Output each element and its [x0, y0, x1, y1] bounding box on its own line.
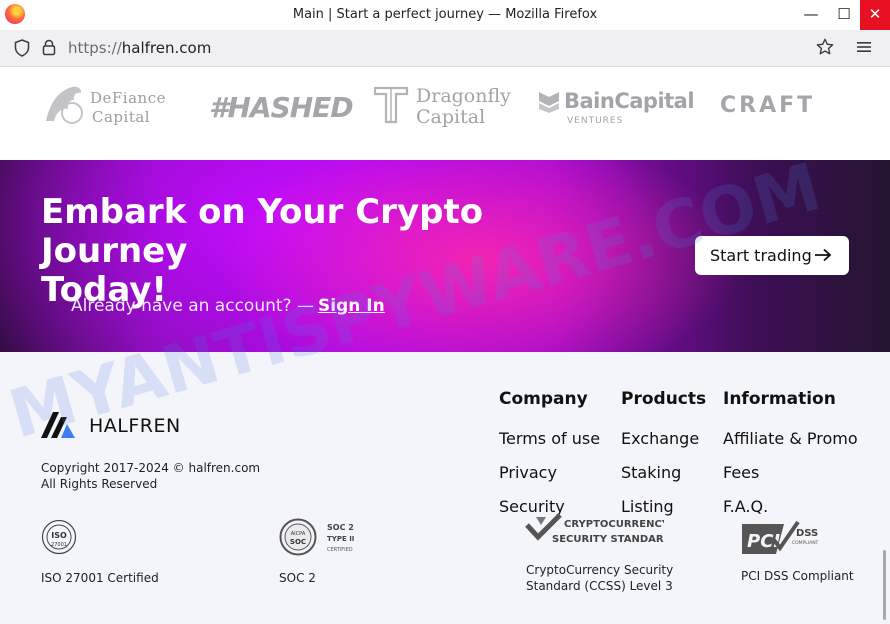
svg-text:27001: 27001 [51, 542, 67, 548]
minimize-button[interactable]: — [796, 0, 826, 30]
pci-dss-cert-label: PCI DSS Compliant [741, 569, 854, 583]
svg-text:COMPLIANT: COMPLIANT [792, 540, 819, 546]
page-viewport: DeFiance Capital #HASHED Dragonfly Capital… [0, 67, 890, 624]
footer-link-staking[interactable]: Staking [621, 463, 681, 482]
ccss-cert-label: CryptoCurrency Security Standard (CCSS) … [526, 563, 674, 593]
start-trading-button[interactable]: Start trading [695, 236, 849, 275]
soc2-badge-icon: AICPA SOC SOC 2 TYPE II CERTIFIED [279, 518, 354, 556]
svg-text:DSS: DSS [796, 528, 818, 539]
partner-hashed: #HASHED [209, 91, 354, 124]
pci-dss-badge-icon: PCI DSS COMPLIANT [742, 520, 819, 554]
window-titlebar: Main | Start a perfect journey — Mozilla… [0, 0, 890, 30]
horse-logo-icon [46, 86, 83, 124]
svg-text:CRYPTOCURRENCY: CRYPTOCURRENCY [564, 519, 664, 530]
partner-craft: CRAFT [720, 93, 816, 118]
svg-text:TYPE II: TYPE II [327, 535, 354, 543]
iso-cert-label: ISO 27001 Certified [41, 571, 159, 585]
bookmark-star-icon[interactable] [816, 38, 834, 56]
hamburger-menu-icon[interactable] [856, 39, 872, 55]
footer-link-terms[interactable]: Terms of use [499, 429, 600, 448]
svg-text:SOC 2: SOC 2 [327, 523, 354, 532]
svg-text:AICPA: AICPA [291, 531, 306, 537]
footer-link-faq[interactable]: F.A.Q. [723, 497, 768, 516]
bain-logo-icon [539, 92, 559, 113]
partner-defiance-capital: DeFiance Capital [40, 83, 166, 131]
footer-link-privacy[interactable]: Privacy [499, 463, 557, 482]
dragonfly-logo-icon [373, 86, 409, 124]
soc2-cert-label: SOC 2 [279, 571, 316, 585]
scrollbar-thumb[interactable] [883, 550, 886, 620]
footer-heading-information: Information [723, 389, 836, 409]
arrow-right-icon [815, 248, 832, 262]
footer-heading-company: Company [499, 389, 588, 409]
svg-text:ISO: ISO [51, 531, 67, 540]
footer-link-exchange[interactable]: Exchange [621, 429, 699, 448]
iso-badge-icon: ISO 27001 [41, 519, 77, 555]
shield-icon[interactable] [14, 39, 30, 57]
partner-dragonfly-capital: Dragonfly Capital [372, 84, 511, 130]
url-text[interactable]: https://halfren.com [68, 39, 211, 57]
halfren-logo-icon [41, 412, 75, 438]
ccss-badge-icon: CRYPTOCURRENCY SECURITY STANDARD [525, 513, 664, 545]
sign-in-link[interactable]: Sign In [318, 296, 385, 316]
lock-icon[interactable] [42, 39, 56, 56]
footer-heading-products: Products [621, 389, 707, 409]
cta-banner: Embark on Your Crypto Journey Today! Sta… [0, 160, 890, 352]
footer-link-affiliate[interactable]: Affiliate & Promo [723, 429, 858, 448]
brand-name: HALFREN [89, 415, 181, 437]
partner-bain-capital-ventures: BainCapital VENTURES [537, 89, 695, 126]
already-account-text: Already have an account? — [71, 296, 314, 316]
svg-text:SECURITY STANDARD: SECURITY STANDARD [552, 534, 664, 545]
banner-title: Embark on Your Crypto Journey Today! [41, 192, 484, 310]
close-button[interactable]: ✕ [860, 0, 890, 30]
copyright-text: Copyright 2017-2024 © halfren.com All Ri… [41, 461, 261, 491]
maximize-button[interactable]: ☐ [829, 0, 859, 30]
window-title: Main | Start a perfect journey — Mozilla… [292, 7, 598, 22]
svg-text:CERTIFIED: CERTIFIED [327, 547, 353, 553]
site-footer: HALFREN Copyright 2017-2024 © halfren.co… [0, 352, 890, 624]
svg-text:SOC: SOC [290, 538, 306, 546]
footer-link-fees[interactable]: Fees [723, 463, 759, 482]
partners-strip: DeFiance Capital #HASHED Dragonfly Capital… [0, 67, 890, 160]
